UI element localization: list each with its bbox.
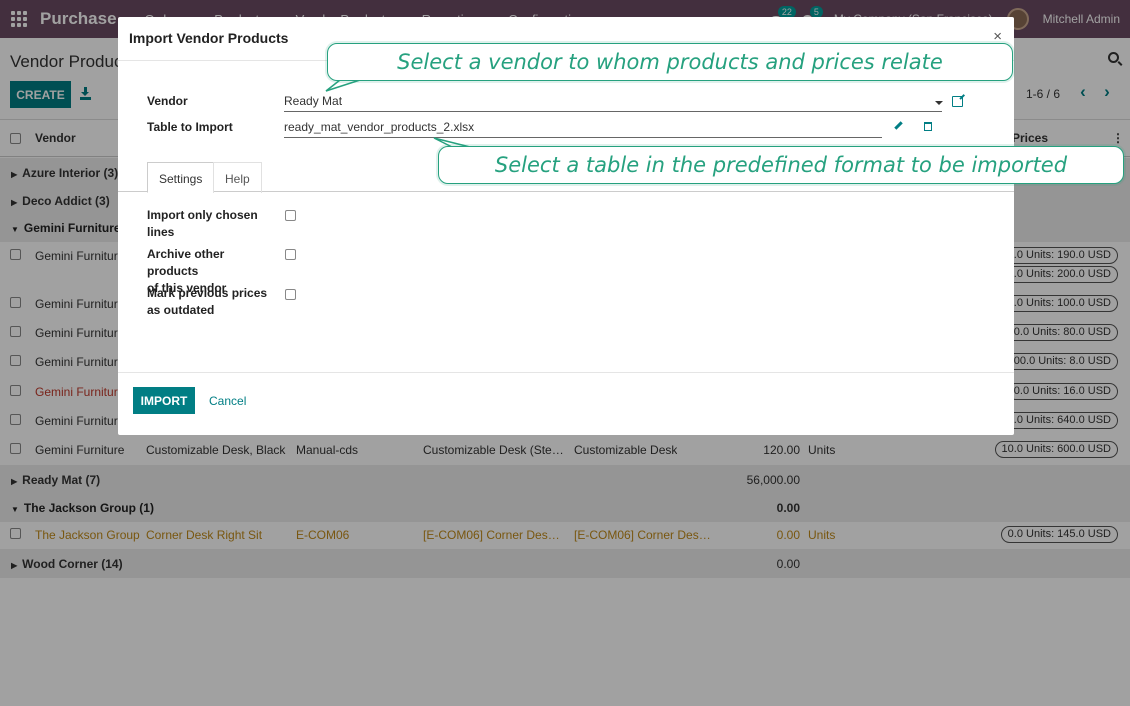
callout-tails (325, 79, 471, 148)
callout-tail-vendor (325, 79, 361, 92)
callout-table: Select a table in the predefined format … (438, 146, 1124, 184)
callout-vendor: Select a vendor to whom products and pri… (327, 43, 1013, 81)
